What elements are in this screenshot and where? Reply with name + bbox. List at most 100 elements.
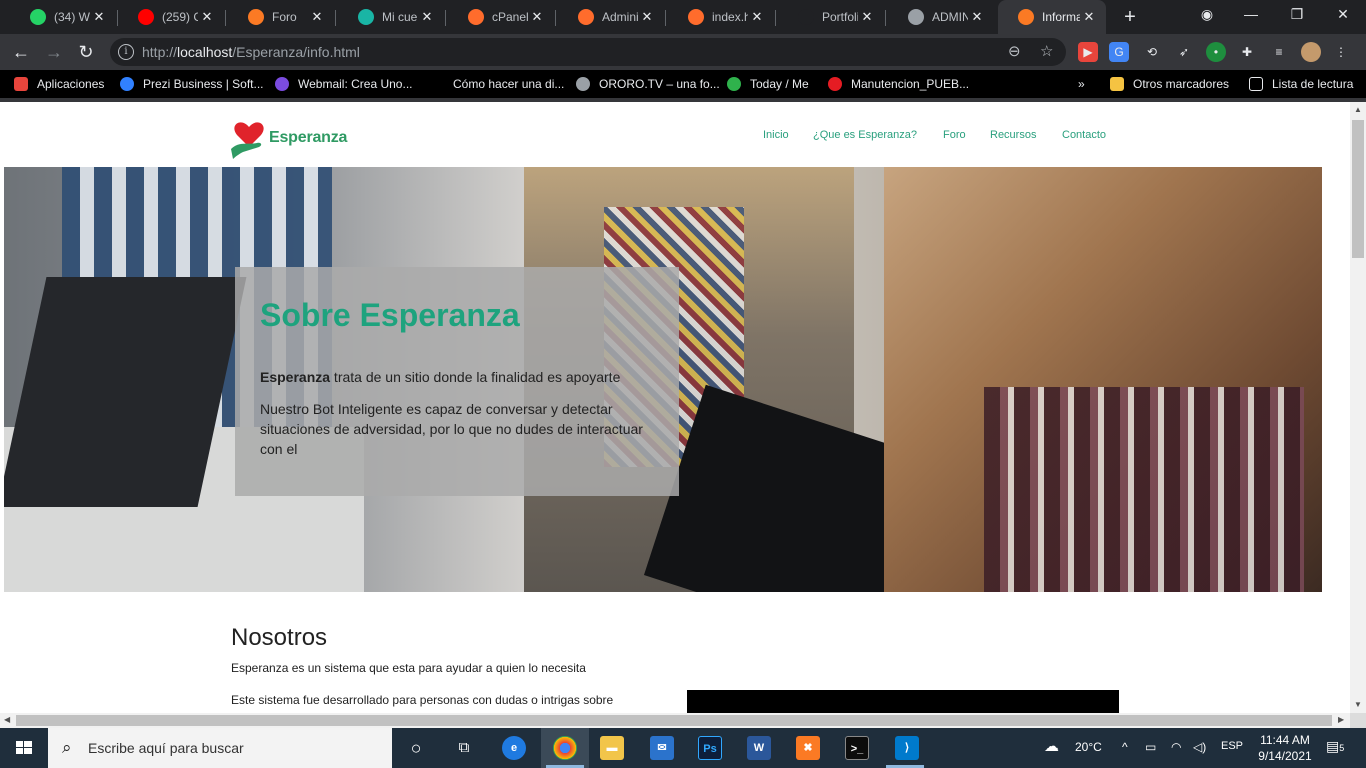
address-bar[interactable]: i http://localhost/Esperanza/info.html ⊖…: [110, 38, 1066, 66]
close-tab-icon[interactable]: ✕: [858, 9, 876, 25]
extension-translate-icon[interactable]: G: [1109, 42, 1129, 62]
tab-title: Mi cuent: [382, 10, 418, 24]
nav-link[interactable]: Foro: [943, 129, 966, 141]
browser-tab[interactable]: cPanel -✕: [448, 0, 554, 34]
close-tab-icon[interactable]: ✕: [308, 9, 326, 25]
close-window-button[interactable]: ✕: [1331, 6, 1355, 23]
language-indicator[interactable]: ESP: [1221, 740, 1243, 752]
close-tab-icon[interactable]: ✕: [968, 9, 986, 25]
extensions-puzzle-icon[interactable]: ✚: [1237, 42, 1257, 62]
word-icon[interactable]: W: [747, 736, 771, 760]
browser-tab[interactable]: ADMIN |✕: [888, 0, 994, 34]
restore-button[interactable]: ❐: [1285, 6, 1309, 23]
nav-link[interactable]: Inicio: [763, 129, 789, 141]
weather-temp[interactable]: 20°C: [1075, 740, 1102, 754]
tab-separator: [665, 10, 666, 26]
nav-link[interactable]: Recursos: [990, 129, 1036, 141]
url-text[interactable]: http://localhost/Esperanza/info.html: [142, 44, 360, 60]
weather-icon[interactable]: ☁: [1044, 737, 1059, 755]
other-bookmarks-folder[interactable]: Otros marcadores: [1110, 76, 1229, 92]
browser-tab[interactable]: Informa ✕: [998, 0, 1106, 34]
tab-search-icon[interactable]: ◉: [1195, 6, 1219, 23]
chrome-icon[interactable]: [553, 736, 577, 760]
nav-link[interactable]: Contacto: [1062, 129, 1106, 141]
browser-tab[interactable]: Portfolio✕: [778, 0, 884, 34]
battery-icon[interactable]: ▭: [1145, 740, 1156, 754]
bookmark-favicon-icon: [430, 77, 444, 91]
close-tab-icon[interactable]: ✕: [528, 9, 546, 25]
tray-chevron-icon[interactable]: ^: [1122, 740, 1128, 754]
back-button[interactable]: ←: [9, 40, 33, 64]
terminal-icon[interactable]: >_: [845, 736, 869, 760]
bookmark-item[interactable]: Prezi Business | Soft...: [120, 76, 264, 92]
extension-green-icon[interactable]: •: [1206, 42, 1226, 62]
browser-tab[interactable]: (259) Co✕: [118, 0, 224, 34]
close-tab-icon[interactable]: ✕: [90, 9, 108, 25]
volume-icon[interactable]: ◁): [1193, 740, 1206, 754]
zoom-icon[interactable]: ⊖: [1008, 42, 1021, 60]
photoshop-icon[interactable]: Ps: [698, 736, 722, 760]
bookmark-item[interactable]: Cómo hacer una di...: [430, 76, 564, 92]
xampp-icon[interactable]: ✖: [796, 736, 820, 760]
cortana-icon[interactable]: ○: [404, 736, 428, 760]
bookmark-item[interactable]: Aplicaciones: [14, 76, 104, 92]
profile-avatar[interactable]: [1301, 42, 1321, 62]
close-tab-icon[interactable]: ✕: [638, 9, 656, 25]
bookmark-item[interactable]: ORORO.TV – una fo...: [576, 76, 720, 92]
browser-tab[interactable]: Mi cuent✕: [338, 0, 444, 34]
task-view-icon[interactable]: ⧉: [452, 736, 476, 760]
vertical-scrollbar[interactable]: ▲ ▼: [1350, 102, 1366, 713]
tab-separator: [775, 10, 776, 26]
mail-icon[interactable]: ✉: [650, 736, 674, 760]
horizontal-scrollbar[interactable]: ◀ ▶: [0, 713, 1350, 728]
tab-title: Informa: [1042, 10, 1080, 24]
vertical-scroll-thumb[interactable]: [1352, 120, 1364, 258]
notifications-icon[interactable]: ▤5: [1326, 738, 1344, 755]
minimize-button[interactable]: —: [1239, 6, 1263, 22]
browser-tab[interactable]: Foro ✕: [228, 0, 334, 34]
horizontal-scroll-thumb[interactable]: [16, 715, 1332, 726]
wifi-icon[interactable]: ◠: [1171, 740, 1181, 754]
extension-sync-icon[interactable]: ⟲: [1142, 42, 1162, 62]
scroll-down-icon[interactable]: ▼: [1354, 700, 1362, 709]
browser-tab[interactable]: (34) Wha✕: [10, 0, 116, 34]
bookmark-item[interactable]: Today / Me: [727, 76, 809, 92]
close-tab-icon[interactable]: ✕: [418, 9, 436, 25]
video-embed[interactable]: [687, 690, 1119, 713]
extension-record-icon[interactable]: ▶: [1078, 42, 1098, 62]
search-icon: ⌕: [62, 738, 72, 757]
taskbar-clock[interactable]: 11:44 AM 9/14/2021: [1255, 732, 1315, 764]
bookmark-favicon-icon: [727, 77, 741, 91]
bookmark-star-icon[interactable]: ☆: [1040, 42, 1053, 60]
reading-list-button[interactable]: Lista de lectura: [1249, 76, 1353, 92]
nav-link[interactable]: ¿Que es Esperanza?: [813, 129, 917, 141]
edge-icon[interactable]: e: [502, 736, 526, 760]
plaid-shirt-right: [984, 387, 1304, 592]
media-control-icon[interactable]: ≡: [1269, 42, 1289, 62]
scroll-right-icon[interactable]: ▶: [1338, 715, 1344, 724]
bookmark-item[interactable]: Manutencion_PUEB...: [828, 76, 969, 92]
extension-bird-icon[interactable]: ➶: [1174, 42, 1194, 62]
site-info-icon[interactable]: i: [118, 44, 134, 60]
windows-start-icon[interactable]: [0, 728, 48, 768]
browser-toolbar: ← → ↻ i http://localhost/Esperanza/info.…: [0, 34, 1366, 70]
close-tab-icon[interactable]: ✕: [748, 9, 766, 25]
new-tab-button[interactable]: +: [1119, 6, 1141, 28]
chrome-menu-icon[interactable]: ⋮: [1331, 42, 1351, 62]
file-explorer-icon[interactable]: ▬: [600, 736, 624, 760]
browser-tab[interactable]: Administ✕: [558, 0, 664, 34]
bookmarks-overflow-button[interactable]: »: [1078, 76, 1085, 92]
browser-tab[interactable]: index.htr✕: [668, 0, 774, 34]
tab-separator: [445, 10, 446, 26]
brand-name[interactable]: Esperanza: [269, 129, 347, 147]
close-tab-icon[interactable]: ✕: [198, 9, 216, 25]
reload-button[interactable]: ↻: [74, 40, 98, 64]
bookmark-item[interactable]: Webmail: Crea Uno...: [275, 76, 413, 92]
forward-button[interactable]: →: [42, 40, 66, 64]
scroll-left-icon[interactable]: ◀: [4, 715, 10, 724]
folder-icon: [1110, 77, 1124, 91]
close-tab-icon[interactable]: ✕: [1080, 9, 1098, 25]
scroll-up-icon[interactable]: ▲: [1354, 105, 1362, 114]
taskbar-search-box[interactable]: ⌕ Escribe aquí para buscar: [48, 728, 392, 768]
vscode-icon[interactable]: ⟩: [895, 736, 919, 760]
